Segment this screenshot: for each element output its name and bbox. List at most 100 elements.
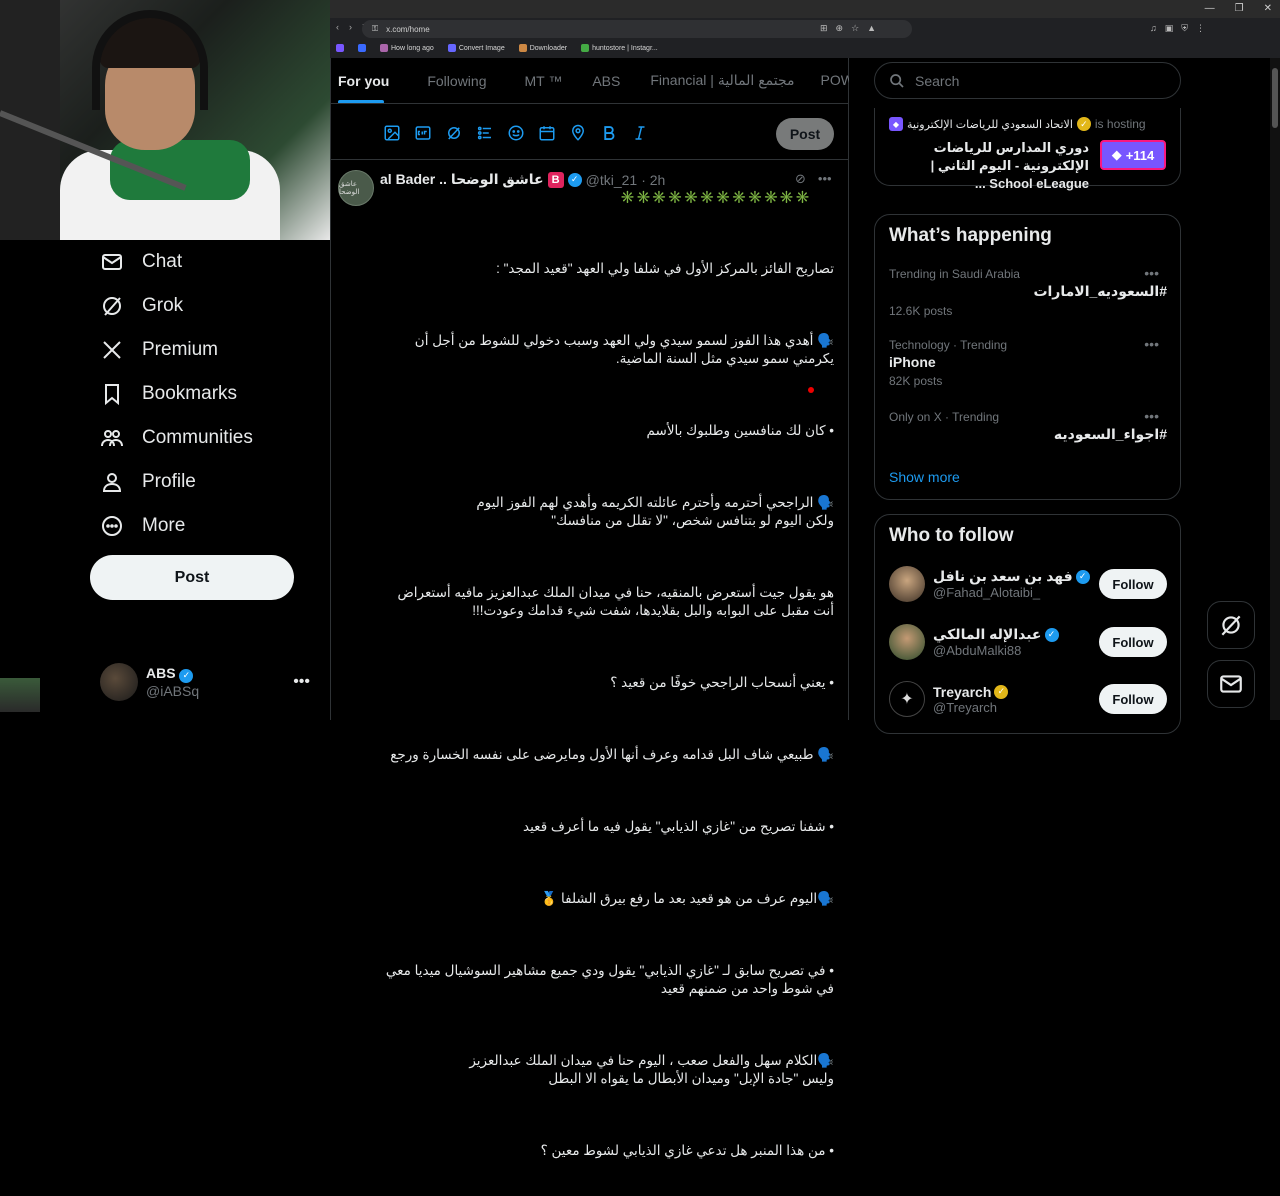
bookmark-item[interactable]: How long ago bbox=[380, 44, 434, 52]
nav-item-profile[interactable]: Profile bbox=[100, 467, 196, 497]
grok-icon bbox=[1221, 615, 1241, 636]
browser-tabstrip: — ❐ ✕ bbox=[330, 0, 1280, 18]
more-icon bbox=[102, 516, 122, 536]
trend-item[interactable]: Trending in Saudi Arabia ••• #السعوديه_ا… bbox=[889, 265, 1167, 318]
follow-suggestion[interactable]: عبدالإله المالكي ✓ @AbduMalki88 Follow bbox=[889, 620, 1169, 664]
tweet-paragraph: 🗣️ طبيعي شاف البل قدامه وعرف أنها الأول … bbox=[390, 747, 834, 762]
tab-following[interactable]: Following bbox=[419, 58, 494, 103]
post-button[interactable]: Post bbox=[90, 555, 294, 600]
mail-icon bbox=[102, 254, 122, 270]
space-title[interactable]: دوري المدارس للرياضات الإلكترونية - اليو… bbox=[889, 139, 1089, 193]
bold-icon[interactable] bbox=[600, 124, 618, 142]
more-dots-icon[interactable]: ••• bbox=[1144, 336, 1159, 352]
x-logo-icon bbox=[103, 341, 121, 359]
avatar bbox=[889, 566, 925, 602]
timeline-tabs: For you Following MT ™ ABS Financial | م… bbox=[330, 58, 849, 104]
grok-icon[interactable]: ⊘ bbox=[795, 171, 806, 187]
account-name: ABS bbox=[146, 665, 176, 682]
follow-button[interactable]: Follow bbox=[1099, 627, 1167, 657]
nav-item-bookmarks[interactable]: Bookmarks bbox=[100, 379, 237, 409]
lock-icon: ⚿ bbox=[372, 24, 379, 33]
url-text: x.com/home bbox=[386, 24, 430, 34]
nav-item-communities[interactable]: Communities bbox=[100, 423, 253, 453]
composer-post-button[interactable]: Post bbox=[776, 118, 834, 150]
tweet-paragraph: • شفنا تصريح من "غازي الذيابي" يقول فيه … bbox=[523, 819, 834, 834]
grok-compose-icon[interactable] bbox=[445, 124, 463, 142]
page-scrollbar[interactable] bbox=[1270, 58, 1280, 720]
tweet-time: · 2h bbox=[641, 171, 666, 188]
avatar bbox=[889, 624, 925, 660]
whats-happening-title: What’s happening bbox=[889, 225, 1052, 246]
address-bar-icons[interactable]: ⊞ ⊕ ☆ ▲ bbox=[820, 23, 876, 34]
bookmark-item[interactable]: Convert Image bbox=[447, 44, 505, 52]
space-listeners[interactable]: ◆ +114 bbox=[1100, 140, 1166, 170]
tweet-paragraph: هو يقول جيت أستعرض بالمنقيه، حنا في ميدا… bbox=[393, 585, 834, 618]
webcam-overlay bbox=[0, 0, 330, 240]
tweet-emoji-row: ✳️✳️✳️✳️✳️✳️✳️✳️✳️✳️✳️✳️ bbox=[620, 190, 812, 204]
tab-powr[interactable]: POWR | ور bbox=[813, 58, 849, 103]
space-host: ◆ الاتحاد السعودي للرياضات الإلكترونية ✓… bbox=[889, 117, 1146, 131]
italic-icon[interactable] bbox=[631, 124, 649, 142]
window-controls[interactable]: — ❐ ✕ bbox=[1205, 3, 1272, 14]
tab-for-you[interactable]: For you bbox=[330, 58, 397, 103]
trend-item[interactable]: Technology · Trending ••• iPhone 82K pos… bbox=[889, 336, 1167, 388]
tweet-paragraph: 🗣️اليوم عرف من هو قعيد بعد ما رفع بيرق ا… bbox=[540, 891, 834, 906]
tab-mt[interactable]: MT ™ bbox=[516, 58, 570, 103]
bookmark-item[interactable]: Downloader bbox=[518, 44, 567, 52]
grok-fab[interactable] bbox=[1207, 601, 1255, 649]
treyarch-logo-icon: ✦ bbox=[889, 681, 925, 717]
space-host-name: الاتحاد السعودي للرياضات الإلكترونية bbox=[907, 118, 1073, 131]
nav-item-premium[interactable]: Premium bbox=[100, 335, 218, 365]
search-icon bbox=[890, 73, 904, 88]
tweet-avatar[interactable]: عاشق الوضحا bbox=[338, 170, 374, 206]
tweet-actions: ⊘ ••• bbox=[795, 171, 832, 187]
show-more-link[interactable]: Show more bbox=[889, 469, 960, 485]
poll-icon[interactable] bbox=[476, 124, 494, 142]
follow-suggestion[interactable]: ✦ Treyarch ✓ @Treyarch Follow bbox=[889, 677, 1169, 721]
follow-suggestion[interactable]: فهد بن سعد بن نافل ✓ @Fahad_Alotaibi_ Fol… bbox=[889, 562, 1169, 606]
composer-toolbar bbox=[383, 124, 649, 142]
image-icon[interactable] bbox=[383, 124, 401, 142]
cursor-dot bbox=[808, 387, 814, 393]
more-dots-icon[interactable]: ••• bbox=[1144, 265, 1159, 281]
trend-item[interactable]: Only on X · Trending ••• #اجواء_السعوديه bbox=[889, 408, 1167, 443]
gif-icon[interactable] bbox=[414, 124, 432, 142]
follow-button[interactable]: Follow bbox=[1099, 569, 1167, 599]
communities-icon bbox=[101, 430, 123, 447]
nav-item-chat[interactable]: Chat bbox=[100, 247, 182, 277]
tweet-paragraph: • يعني أنسحاب الراجحي خوفًا من قعيد ؟ bbox=[610, 675, 834, 690]
search-input[interactable]: Search bbox=[874, 62, 1181, 99]
account-switcher[interactable]: ABS ✓ @iABSq ••• bbox=[100, 660, 310, 704]
verified-icon: ✓ bbox=[1044, 627, 1059, 642]
extension-icons[interactable]: ♫ ▣ ⛨ ⋮ bbox=[1150, 23, 1205, 34]
tweet-author[interactable]: al Bader .. عاشق الوضحا B ✓ @tki_21 · 2h bbox=[380, 171, 665, 188]
tweet-text: تصاريح الفائز بالمركز الأول في شلفا ولي … bbox=[385, 224, 834, 1196]
more-dots-icon[interactable]: ••• bbox=[1144, 408, 1159, 424]
emoji-icon[interactable] bbox=[507, 124, 525, 142]
nav-item-more[interactable]: More bbox=[100, 511, 185, 541]
more-dots-icon[interactable]: ••• bbox=[293, 673, 310, 691]
tweet-paragraph: 🗣️ أهدي هذا الفوز لسمو سيدي ولي العهد وس… bbox=[411, 333, 834, 366]
verified-icon: ✓ bbox=[1075, 569, 1090, 584]
tweet-author-name: al Bader .. عاشق الوضحا bbox=[380, 171, 544, 187]
location-icon[interactable] bbox=[569, 124, 587, 142]
messages-fab[interactable] bbox=[1207, 660, 1255, 708]
webcam-thumbnail bbox=[0, 678, 40, 712]
nav-item-grok[interactable]: Grok bbox=[100, 291, 183, 321]
spaces-icon: ◆ bbox=[1111, 147, 1122, 162]
more-dots-icon[interactable]: ••• bbox=[818, 171, 832, 187]
tweet-paragraph: 🗣️الكلام سهل والفعل صعب ، اليوم حنا في م… bbox=[469, 1053, 834, 1086]
tab-abs[interactable]: ABS bbox=[584, 58, 628, 103]
follow-button[interactable]: Follow bbox=[1099, 684, 1167, 714]
verified-gold-icon: ✓ bbox=[994, 684, 1009, 699]
bookmark-item[interactable]: huntostore | Instagr... bbox=[581, 44, 658, 52]
grok-icon bbox=[103, 297, 121, 316]
tweet-paragraph: • في تصريح سابق لـ "غازي الذيابي" يقول و… bbox=[382, 963, 834, 996]
bookmarks-bar: How long ago Convert Image Downloader hu… bbox=[330, 40, 1280, 56]
space-is-hosting: is hosting bbox=[1094, 117, 1146, 131]
search-placeholder: Search bbox=[915, 72, 960, 89]
profile-icon bbox=[102, 473, 122, 492]
tab-financial[interactable]: Financial | مجتمع المالية bbox=[642, 58, 802, 103]
schedule-icon[interactable] bbox=[538, 124, 556, 142]
tweet-paragraph: تصاريح الفائز بالمركز الأول في شلفا ولي … bbox=[496, 261, 834, 276]
